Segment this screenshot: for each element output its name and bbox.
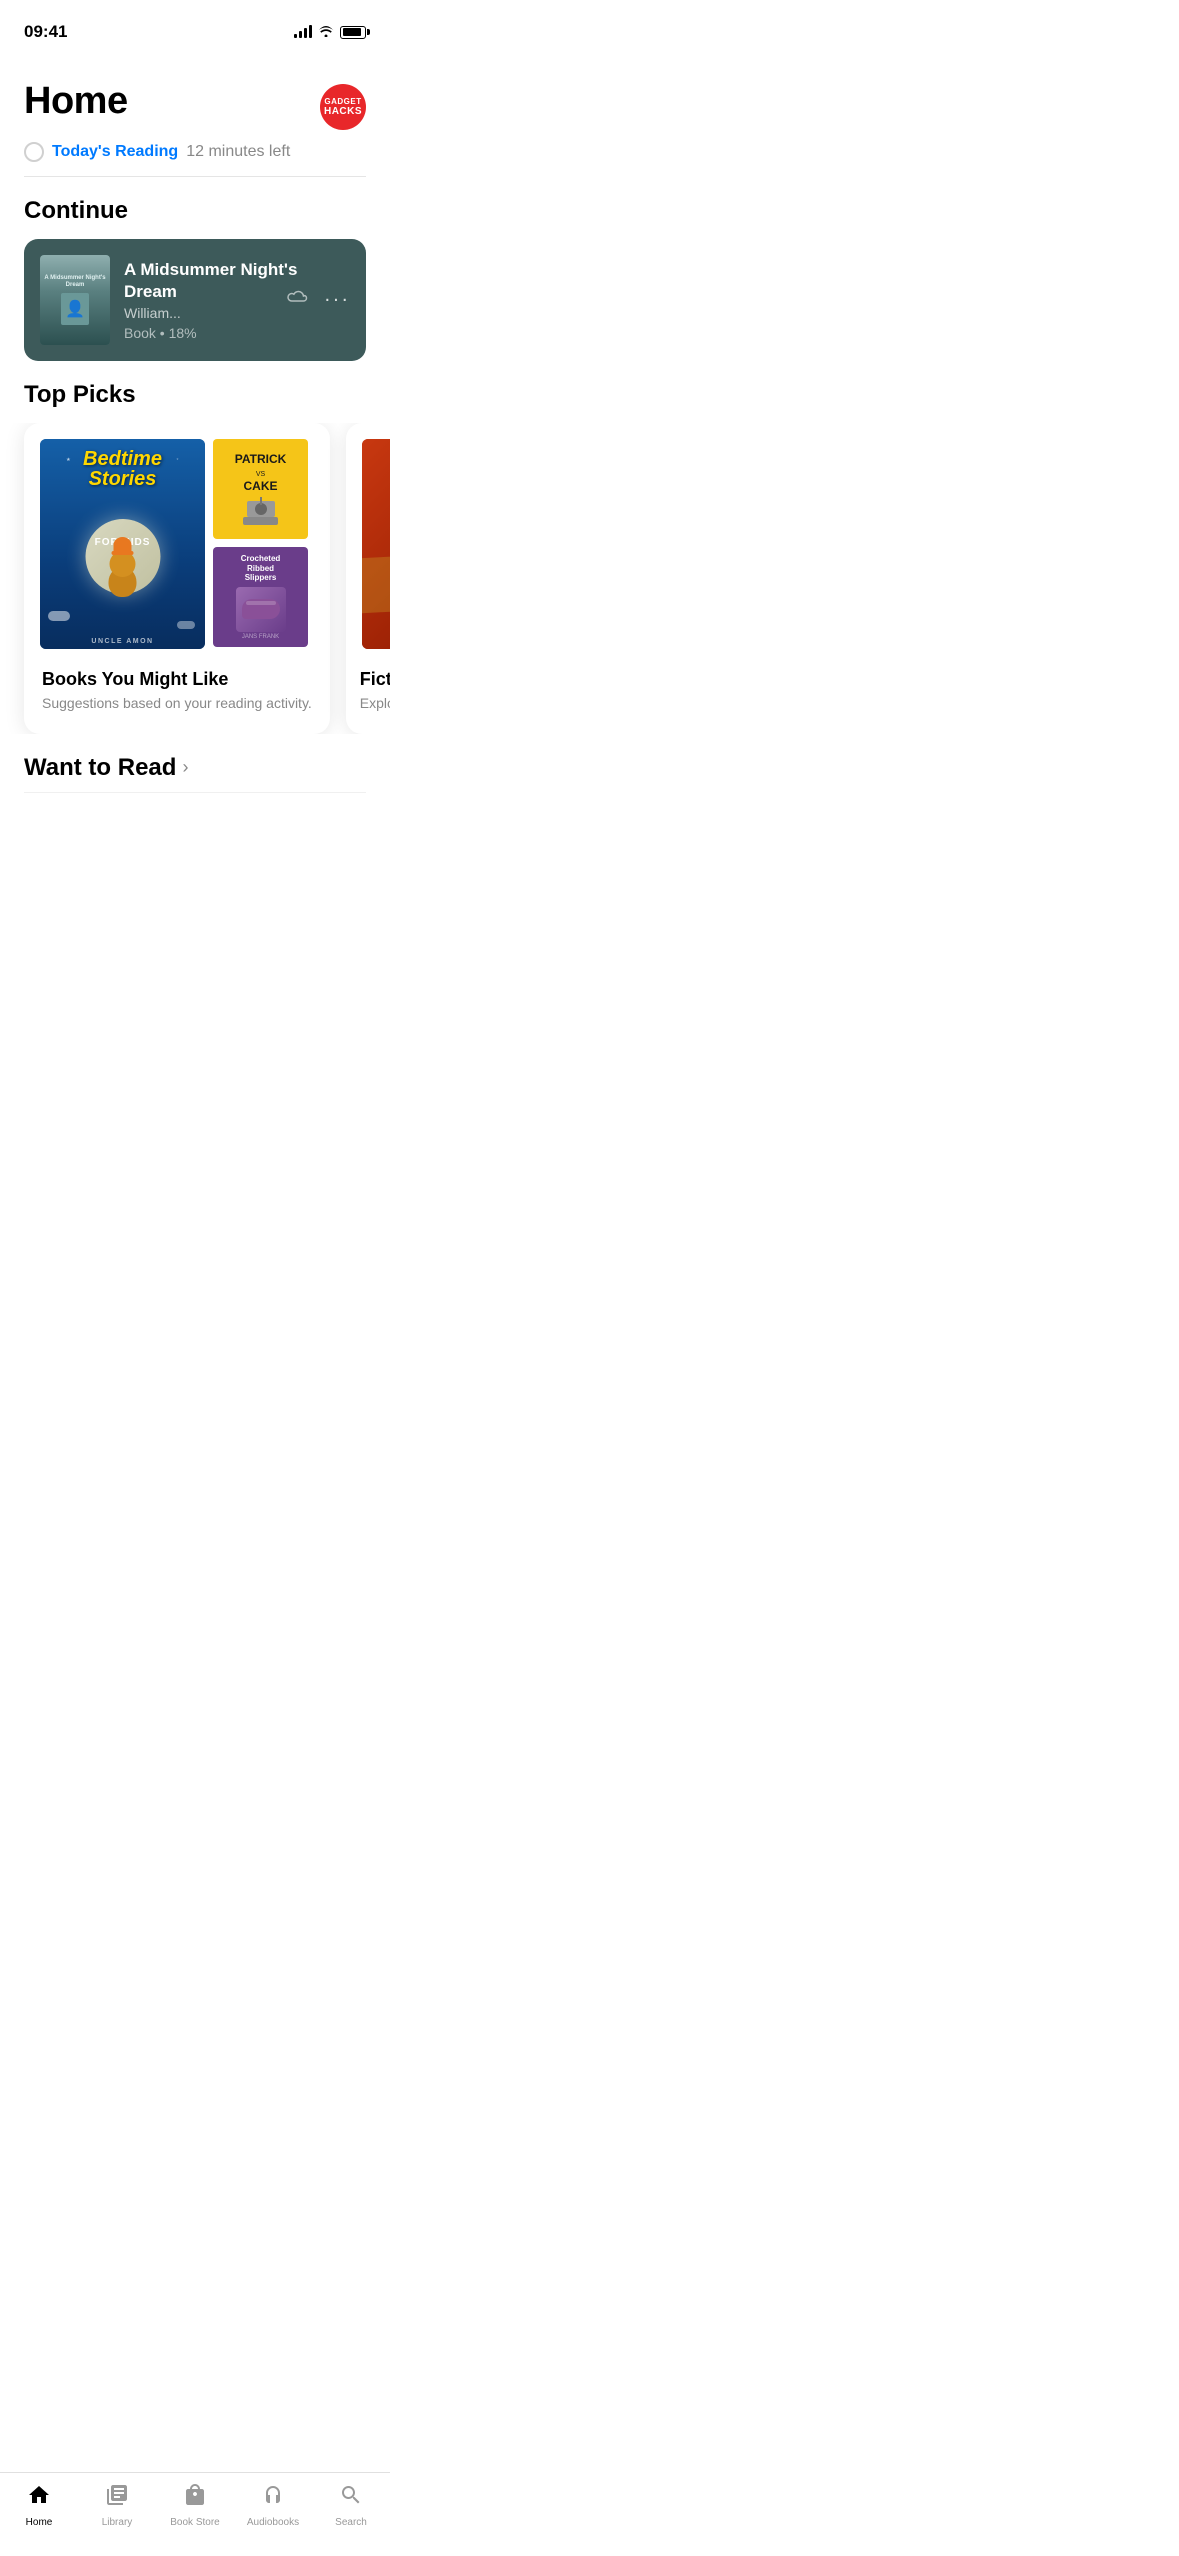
nav-library[interactable]: Library — [87, 2483, 147, 2528]
cloud-icon — [286, 290, 308, 311]
books-might-like-desc: Suggestions based on your reading activi… — [42, 694, 312, 714]
nav-bookstore[interactable]: Book Store — [165, 2483, 225, 2528]
want-to-read-title: Want to Read — [24, 754, 176, 782]
nav-audiobooks[interactable]: Audiobooks — [243, 2483, 303, 2528]
want-to-read-chevron: › — [182, 757, 188, 778]
battery-icon — [340, 26, 366, 39]
reading-label: Today's Reading — [52, 143, 178, 161]
nav-search-label: Search — [335, 2517, 367, 2528]
continue-actions: ··· — [286, 289, 350, 312]
top-picks-section-title: Top Picks — [0, 361, 390, 423]
bottom-nav: Home Library Book Store Audiobooks — [0, 2472, 390, 2556]
books-might-like-title: Books You Might Like — [42, 669, 312, 690]
page-header: Home GADGET HACKS — [0, 50, 390, 130]
nav-home[interactable]: Home — [9, 2483, 69, 2528]
audiobooks-icon — [261, 2483, 285, 2513]
continue-section-title: Continue — [0, 177, 390, 239]
status-icons — [294, 24, 366, 40]
search-icon — [339, 2483, 363, 2513]
status-bar: 09:41 — [0, 0, 390, 50]
wifi-icon — [318, 24, 334, 40]
fiction-card[interactable]: #1 New York Times KRIS- TIN HAN- THEWO- … — [346, 423, 390, 734]
books-cover-area: ★ ★ ★ ★ Bedtime Stories FOR KIDS — [24, 423, 330, 653]
library-icon — [105, 2483, 129, 2513]
nav-audiobooks-label: Audiobooks — [247, 2517, 299, 2528]
reading-circle-icon — [24, 142, 44, 162]
crocheted-slippers-cover: CrochetedRibbedSlippers JANS FRANK — [213, 547, 308, 647]
fiction-title: Fiction — [360, 669, 390, 690]
avatar-text-top: GADGET — [324, 97, 361, 106]
page-title: Home — [24, 80, 128, 123]
nav-bookstore-label: Book Store — [170, 2517, 219, 2528]
bedtime-stories-cover: ★ ★ ★ ★ Bedtime Stories FOR KIDS — [40, 439, 205, 649]
patrick-cake-cover: PATRICKVSCAKE — [213, 439, 308, 539]
status-time: 09:41 — [24, 22, 67, 42]
more-options-icon[interactable]: ··· — [324, 289, 350, 312]
books-you-might-like-card[interactable]: ★ ★ ★ ★ Bedtime Stories FOR KIDS — [24, 423, 330, 734]
book-thumbnail: A Midsummer Night's Dream 👤 — [40, 255, 110, 345]
reading-time: 12 minutes left — [186, 143, 290, 161]
books-might-like-label: Books You Might Like Suggestions based o… — [24, 653, 330, 714]
fiction-desc: Explore best-selling books in this genre… — [360, 694, 390, 714]
continue-book-card[interactable]: A Midsummer Night's Dream 👤 A Midsummer … — [24, 239, 366, 361]
reading-goal[interactable]: Today's Reading 12 minutes left — [0, 130, 390, 162]
home-icon — [27, 2483, 51, 2513]
want-to-read-section[interactable]: Want to Read › — [0, 734, 390, 782]
nav-library-label: Library — [102, 2517, 133, 2528]
top-picks-container: ★ ★ ★ ★ Bedtime Stories FOR KIDS — [0, 423, 390, 734]
nav-home-label: Home — [26, 2517, 53, 2528]
nav-search[interactable]: Search — [321, 2483, 381, 2528]
avatar[interactable]: GADGET HACKS — [320, 84, 366, 130]
side-books: PATRICKVSCAKE — [213, 439, 308, 653]
bookstore-icon — [183, 2483, 207, 2513]
signal-icon — [294, 26, 312, 38]
fiction-label: Fiction Explore best-selling books in th… — [346, 653, 390, 714]
avatar-text-bottom: HACKS — [324, 106, 362, 117]
book-progress: Book • 18% — [124, 325, 350, 341]
